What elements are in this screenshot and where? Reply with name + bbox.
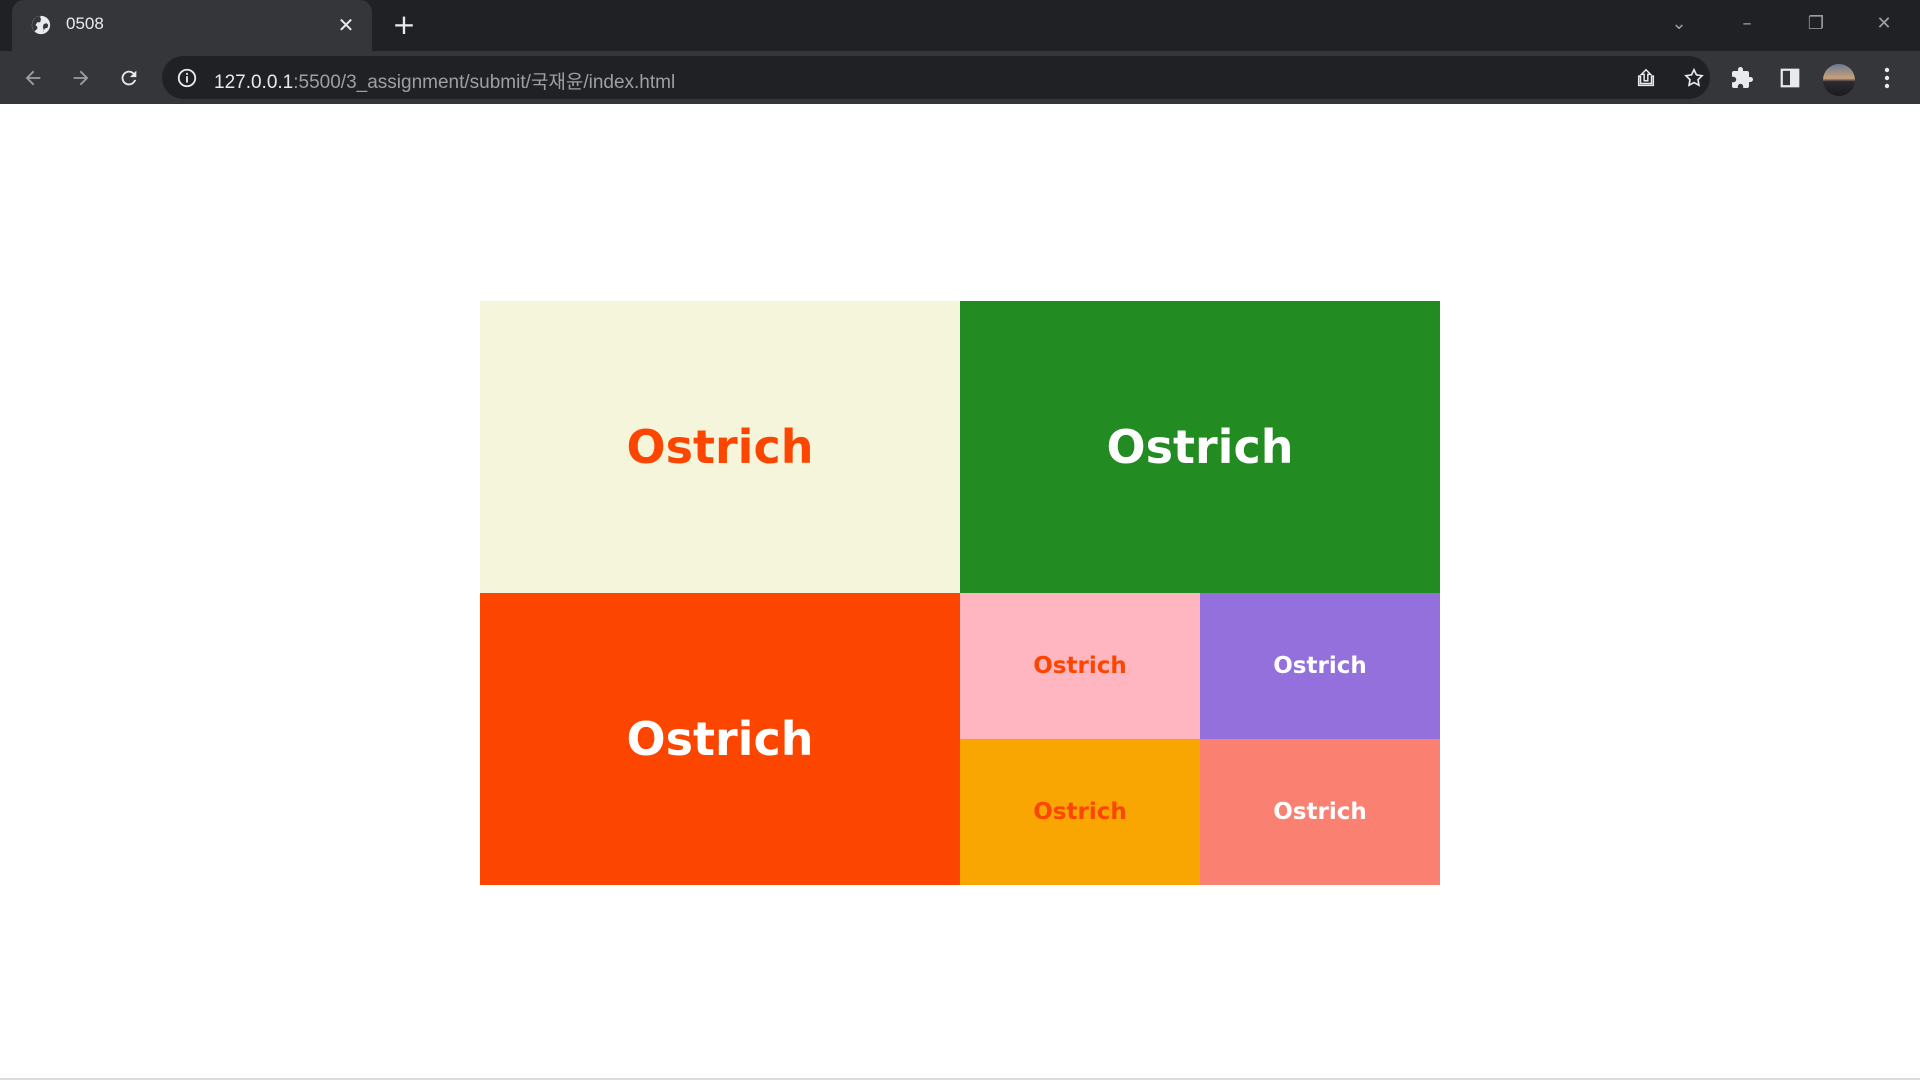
forward-button[interactable] (66, 63, 96, 93)
bookmark-star-icon[interactable] (1682, 66, 1706, 90)
page-viewport: Ostrich Ostrich Ostrich Ostrich Ostrich … (0, 104, 1920, 1078)
cell-label: Ostrich (1033, 799, 1127, 825)
grid-cell-beige: Ostrich (480, 301, 960, 593)
url-path: :5500/3_assignment/submit/국재윤/index.html (293, 72, 676, 93)
side-panel-icon[interactable] (1776, 64, 1804, 92)
globe-icon (31, 15, 51, 35)
cell-label: Ostrich (1273, 799, 1367, 825)
info-icon[interactable] (176, 67, 198, 89)
profile-avatar[interactable] (1823, 64, 1855, 96)
cell-label: Ostrich (1106, 420, 1294, 474)
grid-cell-salmon: Ostrich (1200, 739, 1440, 885)
grid-cell-purple: Ostrich (1200, 593, 1440, 739)
tab-bar: 0508 ✕ + ⌄ – ❐ ✕ (0, 0, 1920, 51)
close-window-button[interactable]: ✕ (1870, 10, 1898, 38)
new-tab-button[interactable]: + (390, 11, 418, 40)
grid-cell-orange: Ostrich (480, 593, 960, 885)
arrow-left-icon (25, 70, 41, 86)
minimize-button[interactable]: – (1733, 10, 1761, 38)
menu-kebab-icon[interactable] (1873, 64, 1901, 92)
url-host: 127.0.0.1 (214, 72, 294, 93)
close-tab-icon[interactable]: ✕ (334, 13, 358, 37)
reload-button[interactable] (114, 63, 144, 93)
browser-tab[interactable]: 0508 ✕ (12, 0, 372, 51)
tab-title: 0508 (66, 14, 104, 33)
cell-label: Ostrich (1273, 653, 1367, 679)
cell-label: Ostrich (626, 712, 814, 766)
extensions-puzzle-icon[interactable] (1728, 64, 1756, 92)
cell-label: Ostrich (626, 420, 814, 474)
toolbar: 127.0.0.1:5500/3_assignment/submit/국재윤/i… (0, 51, 1920, 104)
grid-cell-amber: Ostrich (960, 739, 1200, 885)
url-text[interactable]: 127.0.0.1:5500/3_assignment/submit/국재윤/i… (214, 67, 675, 94)
grid-cell-pink: Ostrich (960, 593, 1200, 739)
reload-icon (121, 70, 137, 86)
tab-search-icon[interactable]: ⌄ (1665, 10, 1693, 38)
grid-cell-green: Ostrich (960, 301, 1440, 593)
ostrich-grid: Ostrich Ostrich Ostrich Ostrich Ostrich … (480, 301, 1440, 885)
share-icon[interactable] (1634, 66, 1658, 90)
restore-button[interactable]: ❐ (1802, 10, 1830, 38)
address-bar[interactable]: 127.0.0.1:5500/3_assignment/submit/국재윤/i… (162, 56, 1710, 99)
arrow-right-icon (73, 70, 89, 86)
back-button[interactable] (18, 63, 48, 93)
cell-label: Ostrich (1033, 653, 1127, 679)
